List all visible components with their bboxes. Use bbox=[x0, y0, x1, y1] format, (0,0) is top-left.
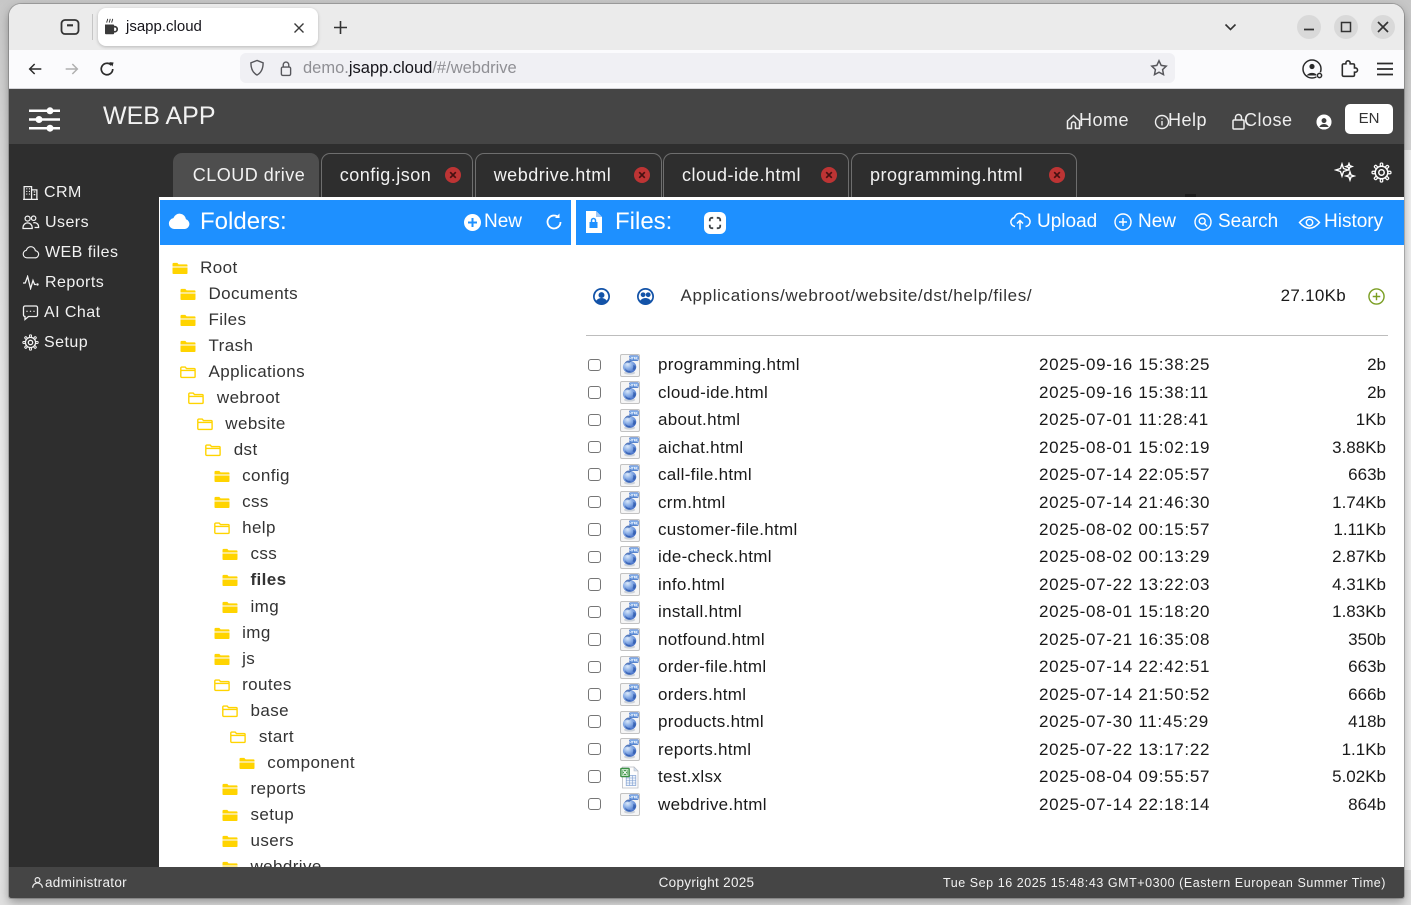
svg-text:HTML: HTML bbox=[629, 686, 638, 690]
svg-text:HTML: HTML bbox=[629, 631, 638, 635]
svg-text:HTML: HTML bbox=[629, 741, 638, 745]
svg-text:HTML: HTML bbox=[629, 411, 638, 415]
svg-text:HTML: HTML bbox=[629, 466, 638, 470]
svg-text:HTML: HTML bbox=[629, 603, 638, 607]
svg-text:HTML: HTML bbox=[629, 494, 638, 498]
svg-text:HTML: HTML bbox=[629, 548, 638, 552]
svg-text:HTML: HTML bbox=[629, 384, 638, 388]
svg-text:HTML: HTML bbox=[629, 356, 638, 360]
svg-text:HTML: HTML bbox=[629, 658, 638, 662]
svg-text:HTML: HTML bbox=[629, 713, 638, 717]
svg-text:HTML: HTML bbox=[629, 521, 638, 525]
svg-text:HTML: HTML bbox=[629, 439, 638, 443]
svg-text:HTML: HTML bbox=[629, 796, 638, 800]
svg-text:HTML: HTML bbox=[629, 576, 638, 580]
